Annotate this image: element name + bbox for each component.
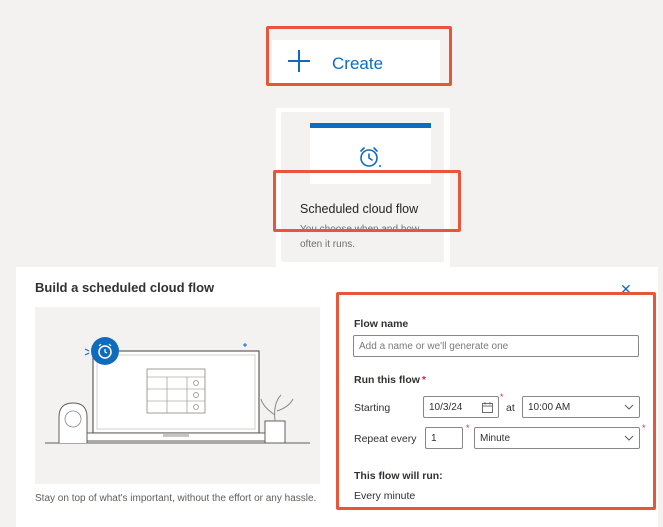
repeat-unit-dropdown[interactable]: Minute xyxy=(474,427,640,449)
flow-name-label: Flow name xyxy=(354,318,409,330)
required-marker: * xyxy=(421,374,427,386)
create-button[interactable]: Create xyxy=(272,40,440,86)
run-this-flow-text: Run this flow xyxy=(354,374,420,386)
card-description: You choose when and how often it runs. xyxy=(300,224,420,250)
repeat-every-label: Repeat every xyxy=(354,433,417,445)
start-time-value: 10:00 AM xyxy=(528,401,571,413)
start-time-dropdown[interactable]: 10:00 AM xyxy=(522,396,640,418)
dialog-title: Build a scheduled cloud flow xyxy=(35,280,215,295)
card-title: Scheduled cloud flow xyxy=(300,202,419,216)
flow-name-placeholder: Add a name or we'll generate one xyxy=(359,340,509,352)
will-run-value: Every minute xyxy=(354,490,416,502)
start-date-value: 10/3/24 xyxy=(429,401,463,413)
create-label: Create xyxy=(332,54,384,73)
repeat-interval-required: * xyxy=(466,423,470,433)
start-date-required: * xyxy=(500,392,504,402)
alarm-clock-icon xyxy=(360,147,381,167)
repeat-interval-value: 1 xyxy=(431,432,437,444)
close-icon[interactable]: ✕ xyxy=(620,281,632,298)
laptop-illustration xyxy=(35,307,320,484)
laptop-illustration-graphic xyxy=(45,337,310,444)
calendar-icon[interactable] xyxy=(482,401,493,413)
starting-label: Starting xyxy=(354,402,391,414)
dialog-description: Stay on top of what's important, without… xyxy=(35,493,317,504)
run-this-flow-label: Run this flow * xyxy=(354,374,426,386)
will-run-label: This flow will run: xyxy=(354,470,443,482)
repeat-interval-input[interactable]: 1 xyxy=(425,427,463,449)
at-label: at xyxy=(506,402,515,414)
repeat-unit-value: Minute xyxy=(480,432,511,444)
chevron-down-icon xyxy=(624,404,634,410)
plus-icon xyxy=(288,50,310,72)
flow-name-input[interactable]: Add a name or we'll generate one xyxy=(353,335,639,357)
start-date-picker[interactable]: 10/3/24 xyxy=(423,396,499,418)
repeat-unit-required: * xyxy=(642,423,646,433)
chevron-down-icon xyxy=(624,435,634,441)
